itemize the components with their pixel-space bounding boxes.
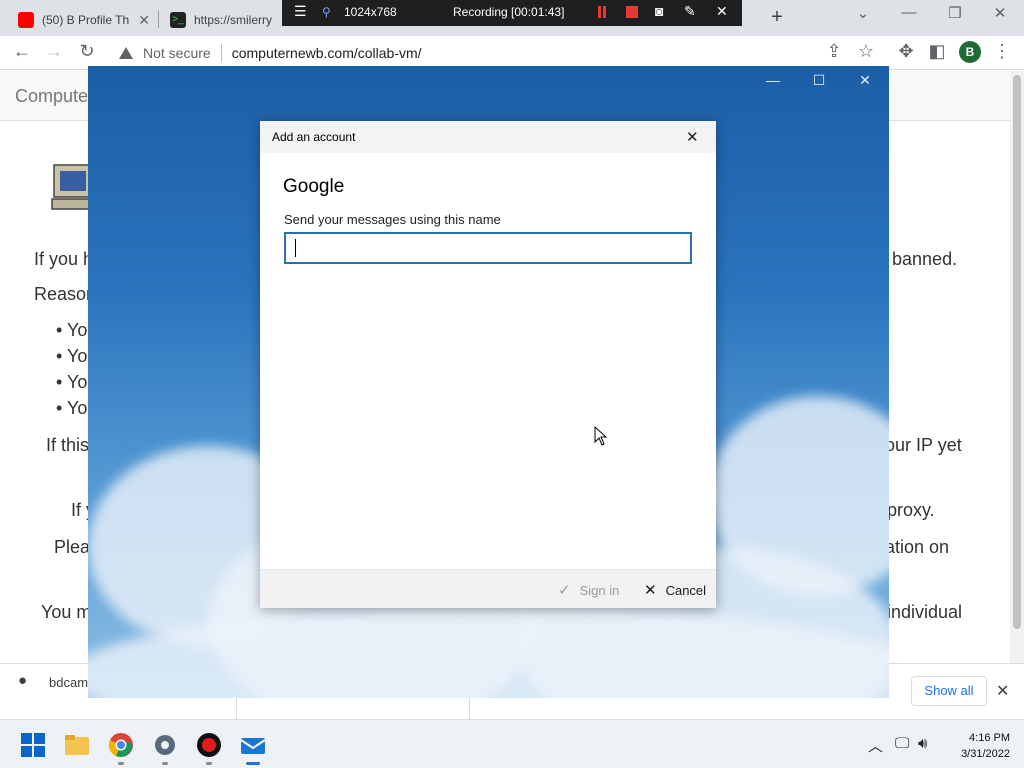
kebab-menu-icon[interactable]: ⋮ bbox=[990, 41, 1014, 62]
tab-label: (50) B Profile Th bbox=[42, 13, 130, 27]
mouse-cursor-icon bbox=[594, 426, 608, 446]
close-window-icon[interactable]: ✕ bbox=[852, 72, 878, 89]
tab-label: https://smilerry bbox=[194, 13, 273, 27]
text-fragment: Plea bbox=[54, 537, 91, 557]
terminal-icon: >_ bbox=[170, 12, 186, 28]
sign-in-button[interactable]: ✓ Sign in bbox=[558, 581, 619, 599]
url-text[interactable]: computernewb.com/collab-vm/ bbox=[232, 45, 422, 61]
download-file-icon: ● bbox=[18, 672, 28, 689]
chrome-icon[interactable] bbox=[108, 732, 134, 758]
resolution-label: 1024x768 bbox=[344, 5, 397, 19]
site-title[interactable]: Compute bbox=[15, 86, 88, 107]
browser-toolbar: ← → ↻ Not secure computernewb.com/collab… bbox=[0, 36, 1024, 70]
pin-icon[interactable]: ⚲ bbox=[322, 5, 331, 19]
stop-icon[interactable] bbox=[626, 6, 638, 18]
active-indicator bbox=[246, 762, 260, 765]
running-indicator bbox=[162, 762, 168, 765]
text-fragment: You m bbox=[41, 602, 92, 622]
text-fragment: If you h bbox=[34, 249, 94, 269]
download-item-name[interactable]: bdcam bbox=[49, 675, 88, 690]
minimize-icon[interactable]: — bbox=[760, 72, 786, 88]
new-tab-button[interactable]: + bbox=[766, 6, 788, 29]
omnibox-divider bbox=[220, 44, 222, 62]
forward-icon[interactable]: → bbox=[42, 41, 66, 62]
clock-date: 3/31/2022 bbox=[961, 748, 1010, 760]
youtube-icon bbox=[18, 12, 34, 28]
system-clock[interactable]: 4:16 PM 3/31/2022 bbox=[946, 730, 1010, 762]
text-fragment: individual bbox=[887, 602, 963, 622]
pause-icon[interactable] bbox=[598, 6, 601, 18]
sender-name-label: Send your messages using this name bbox=[284, 212, 501, 227]
list-item: • Yo bbox=[56, 398, 88, 418]
close-icon: ✕ bbox=[644, 582, 657, 599]
recording-status: Recording [00:01:43] bbox=[453, 5, 565, 19]
running-indicator bbox=[206, 762, 212, 765]
close-shelf-icon[interactable]: ✕ bbox=[996, 681, 1009, 701]
list-item: • Yo bbox=[56, 372, 88, 392]
minimize-icon[interactable]: — bbox=[897, 4, 921, 21]
close-icon[interactable]: ✕ bbox=[686, 128, 699, 146]
text-fragment: ation on bbox=[885, 537, 950, 557]
security-label: Not secure bbox=[143, 45, 211, 61]
menu-icon[interactable]: ☰ bbox=[294, 3, 307, 20]
close-recorder-icon[interactable]: ✕ bbox=[716, 3, 728, 20]
provider-heading: Google bbox=[283, 176, 345, 197]
list-item: • Yo bbox=[56, 346, 88, 366]
back-icon[interactable]: ← bbox=[10, 41, 34, 62]
maximize-icon[interactable]: ☐ bbox=[806, 72, 832, 89]
bookmark-star-icon[interactable]: ☆ bbox=[854, 41, 878, 62]
text-fragment: our IP yet bbox=[885, 435, 962, 455]
camera-icon[interactable]: ◙ bbox=[655, 3, 663, 19]
text-fragment: Reasor bbox=[34, 284, 93, 304]
reload-icon[interactable]: ↻ bbox=[75, 41, 99, 62]
chevron-up-icon[interactable]: ︿ bbox=[868, 735, 883, 756]
sign-in-label: Sign in bbox=[579, 582, 620, 598]
pencil-icon[interactable]: ✎ bbox=[684, 3, 696, 20]
warning-icon bbox=[119, 47, 133, 59]
scrollbar-thumb[interactable] bbox=[1013, 75, 1021, 629]
tab-smilerry[interactable]: >_ https://smilerry bbox=[162, 4, 282, 36]
address-bar[interactable]: Not secure computernewb.com/collab-vm/ bbox=[108, 39, 848, 67]
volume-icon[interactable]: 🔊︎ bbox=[918, 735, 927, 752]
extensions-icon[interactable]: ✥ bbox=[894, 41, 918, 62]
mail-app-icon[interactable] bbox=[240, 732, 266, 758]
checkmark-icon: ✓ bbox=[558, 582, 571, 599]
tab-search-icon[interactable]: ⌄ bbox=[851, 4, 875, 22]
bandicam-record-icon[interactable] bbox=[196, 732, 222, 758]
list-item: • Yo bbox=[56, 320, 88, 340]
screen-recorder-bar: ☰ ⚲ 1024x768 Recording [00:01:43] ◙ ✎ ✕ bbox=[282, 0, 742, 26]
dialog-title: Add an account bbox=[272, 130, 356, 144]
close-tab-icon[interactable]: ✕ bbox=[138, 12, 150, 29]
restore-icon[interactable]: ❐ bbox=[943, 4, 967, 22]
settings-gear-icon[interactable] bbox=[152, 732, 178, 758]
clock-time: 4:16 PM bbox=[969, 732, 1010, 744]
cancel-button[interactable]: ✕ Cancel bbox=[644, 581, 706, 599]
text-fragment: proxy. bbox=[887, 500, 935, 520]
windows-taskbar: ︿ 🖵 🔊︎ 4:16 PM 3/31/2022 bbox=[0, 719, 1024, 768]
text-caret bbox=[295, 239, 296, 257]
tab-youtube[interactable]: (50) B Profile Th ✕ bbox=[10, 4, 158, 36]
cancel-label: Cancel bbox=[665, 582, 707, 598]
add-account-dialog: Add an account ✕ Google Send your messag… bbox=[260, 121, 716, 608]
close-window-icon[interactable]: ✕ bbox=[988, 4, 1012, 22]
page-scrollbar[interactable] bbox=[1010, 71, 1024, 663]
share-icon[interactable]: ⇪ bbox=[822, 41, 846, 62]
tab-separator bbox=[158, 10, 159, 28]
windows-start-icon[interactable] bbox=[20, 732, 46, 758]
show-all-button[interactable]: Show all bbox=[911, 676, 987, 706]
text-fragment: n banned. bbox=[877, 249, 958, 269]
dialog-titlebar: Add an account ✕ bbox=[260, 121, 716, 153]
side-panel-icon[interactable]: ◧ bbox=[925, 41, 949, 62]
network-icon[interactable]: 🖵 bbox=[895, 735, 909, 752]
running-indicator bbox=[118, 762, 124, 765]
dialog-footer: ✓ Sign in ✕ Cancel bbox=[260, 569, 716, 608]
text-fragment: If this bbox=[46, 435, 90, 455]
profile-avatar[interactable]: B bbox=[959, 41, 981, 63]
file-explorer-icon[interactable] bbox=[64, 732, 90, 758]
sender-name-input[interactable] bbox=[284, 232, 692, 264]
